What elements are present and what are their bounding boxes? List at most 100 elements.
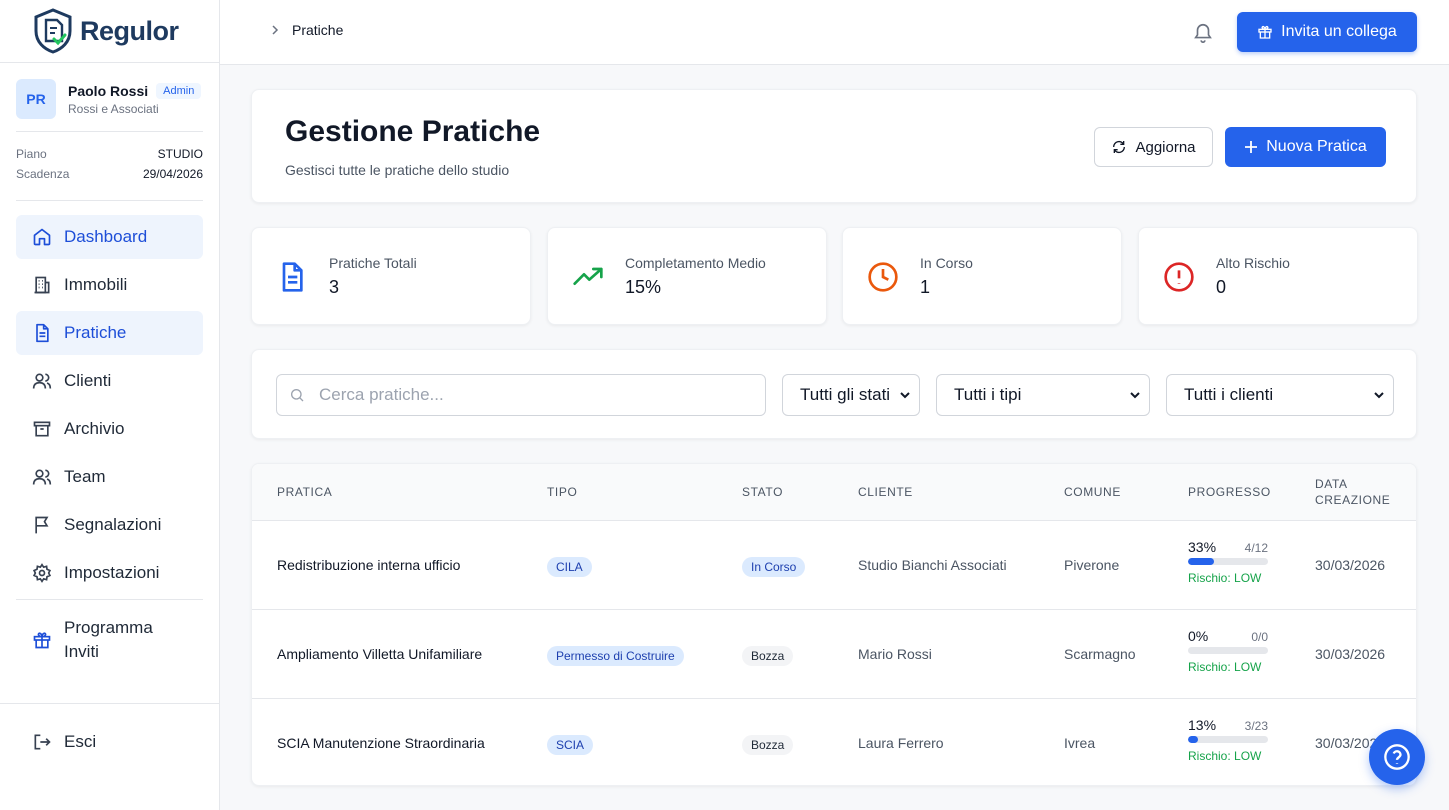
sidebar-item-pratiche[interactable]: Pratiche — [16, 311, 203, 355]
column-header-comune[interactable]: COMUNE — [1064, 485, 1121, 499]
sidebar-item-archivio[interactable]: Archivio — [16, 407, 203, 451]
expiry-value: 29/04/2026 — [142, 167, 203, 181]
plan-label: Piano — [16, 147, 47, 161]
user-company: Rossi e Associati — [68, 101, 159, 116]
progress-bar — [1188, 647, 1268, 654]
refresh-label: Aggiorna — [1135, 138, 1196, 156]
client-select-value: Tutti i clienti — [1184, 385, 1274, 404]
progress-cell: 13% 3/23 Rischio: LOW — [1188, 717, 1268, 763]
page-title: Gestione Pratiche — [285, 115, 541, 148]
gift-icon — [33, 632, 51, 649]
new-pratica-button[interactable]: Nuova Pratica — [1225, 127, 1386, 167]
client-select[interactable]: Tutti i clienti — [1166, 374, 1394, 416]
user-block: PR Paolo Rossi Admin Rossi e Associati P… — [0, 63, 219, 201]
table-row[interactable]: Ampliamento Villetta Unifamiliare Permes… — [252, 610, 1416, 699]
sidebar-item-label: Team — [64, 467, 106, 486]
logout-label: Esci — [64, 732, 97, 751]
column-header-creazione[interactable]: CREAZIONE — [1315, 493, 1390, 507]
search-icon — [291, 389, 304, 402]
gift-icon — [1258, 26, 1272, 39]
progress-fraction: 0/0 — [1251, 630, 1268, 644]
bell-icon[interactable] — [1192, 22, 1214, 44]
progress-fraction: 4/12 — [1244, 541, 1268, 555]
help-button[interactable] — [1369, 729, 1425, 785]
logo[interactable]: Regulor — [0, 0, 219, 63]
expiry-label: Scadenza — [16, 167, 70, 181]
search-box[interactable] — [276, 374, 766, 416]
column-header-tipo[interactable]: TIPO — [547, 485, 577, 499]
pratica-name[interactable]: SCIA Manutenzione Straordinaria — [277, 735, 485, 751]
city-name: Scarmagno — [1064, 646, 1136, 662]
column-header-data[interactable]: DATA — [1315, 477, 1348, 491]
invite-program-line2: Inviti — [64, 642, 99, 661]
sidebar-item-clienti[interactable]: Clienti — [16, 359, 203, 403]
status-badge: Bozza — [742, 646, 794, 666]
breadcrumb-current[interactable]: Pratiche — [292, 22, 343, 38]
logo-shield-icon — [34, 8, 72, 54]
city-name: Piverone — [1064, 557, 1120, 573]
pratica-name[interactable]: Ampliamento Villetta Unifamiliare — [277, 646, 482, 662]
sidebar: Regulor PR Paolo Rossi Admin Rossi e Ass… — [0, 0, 220, 810]
stat-card-pratiche-totali: Pratiche Totali 3 — [251, 227, 531, 325]
chevron-right-icon — [272, 25, 279, 35]
refresh-button[interactable]: Aggiorna — [1094, 127, 1213, 167]
sidebar-item-team[interactable]: Team — [16, 455, 203, 499]
sidebar-item-immobili[interactable]: Immobili — [16, 263, 203, 307]
sidebar-item-label: Impostazioni — [64, 563, 160, 582]
table-row[interactable]: SCIA Manutenzione Straordinaria SCIA Boz… — [252, 699, 1416, 785]
invite-program-line1: Programma — [64, 618, 153, 637]
client-name: Mario Rossi — [858, 646, 932, 662]
table-row[interactable]: Redistribuzione interna ufficio CILA In … — [252, 521, 1416, 610]
sidebar-item-label: Segnalazioni — [64, 515, 162, 534]
status-select-value: Tutti gli stati — [800, 385, 891, 404]
logout-icon — [34, 734, 51, 750]
new-pratica-label: Nuova Pratica — [1266, 138, 1367, 155]
help-icon — [1384, 744, 1410, 770]
progress-percent: 33% — [1188, 539, 1217, 555]
invite-colleague-label: Invita un collega — [1281, 23, 1397, 40]
sidebar-item-impostazioni[interactable]: Impostazioni — [16, 551, 203, 595]
sidebar-item-label: Pratiche — [64, 323, 127, 342]
sidebar-item-dashboard[interactable]: Dashboard — [16, 215, 203, 259]
sidebar-item-programma-inviti[interactable]: Programma Inviti — [16, 608, 203, 672]
city-name: Ivrea — [1064, 735, 1096, 751]
flag-icon — [35, 516, 49, 534]
progress-fraction: 3/23 — [1244, 719, 1268, 733]
sidebar-item-label: Clienti — [64, 371, 112, 390]
progress-bar — [1188, 736, 1268, 743]
invite-colleague-button[interactable]: Invita un collega — [1237, 12, 1417, 52]
column-header-progresso[interactable]: PROGRESSO — [1188, 485, 1271, 499]
risk-label: Rischio: LOW — [1188, 749, 1262, 763]
sidebar-item-segnalazioni[interactable]: Segnalazioni — [16, 503, 203, 547]
creation-date: 30/03/2026 — [1315, 646, 1386, 662]
plus-icon — [1245, 141, 1258, 153]
home-icon — [33, 228, 51, 246]
column-header-stato[interactable]: STATO — [742, 485, 783, 499]
type-badge: Permesso di Costruire — [547, 646, 684, 666]
client-name: Laura Ferrero — [858, 735, 944, 751]
column-header-cliente[interactable]: CLIENTE — [858, 485, 913, 499]
table-header: PRATICA TIPO STATO CLIENTE COMUNE PROGRE… — [252, 464, 1416, 521]
progress-bar-fill — [1188, 736, 1199, 743]
type-badge: CILA — [547, 557, 592, 577]
risk-label: Rischio: LOW — [1188, 571, 1262, 585]
stat-label: Pratiche Totali — [329, 255, 417, 271]
filters-bar: Tutti gli stati Tutti i tipi Tutti i cli… — [251, 349, 1417, 439]
progress-percent: 0% — [1188, 628, 1209, 644]
status-select[interactable]: Tutti gli stati — [782, 374, 920, 416]
pratica-name[interactable]: Redistribuzione interna ufficio — [277, 557, 460, 573]
column-header-pratica[interactable]: PRATICA — [277, 485, 332, 499]
progress-cell: 33% 4/12 Rischio: LOW — [1188, 539, 1268, 585]
sidebar-item-label: Dashboard — [64, 227, 148, 246]
gear-icon — [32, 563, 52, 583]
avatar: PR — [16, 79, 56, 119]
sidebar-item-label: Archivio — [64, 419, 125, 438]
search-input[interactable] — [319, 385, 749, 405]
logout-button[interactable]: Esci — [16, 720, 203, 764]
type-select[interactable]: Tutti i tipi — [936, 374, 1150, 416]
status-badge: In Corso — [742, 557, 806, 577]
type-badge: SCIA — [547, 735, 594, 755]
archive-icon — [33, 421, 51, 437]
sidebar-item-label: Programma Inviti — [64, 616, 153, 664]
chevron-down-icon — [1374, 392, 1384, 399]
